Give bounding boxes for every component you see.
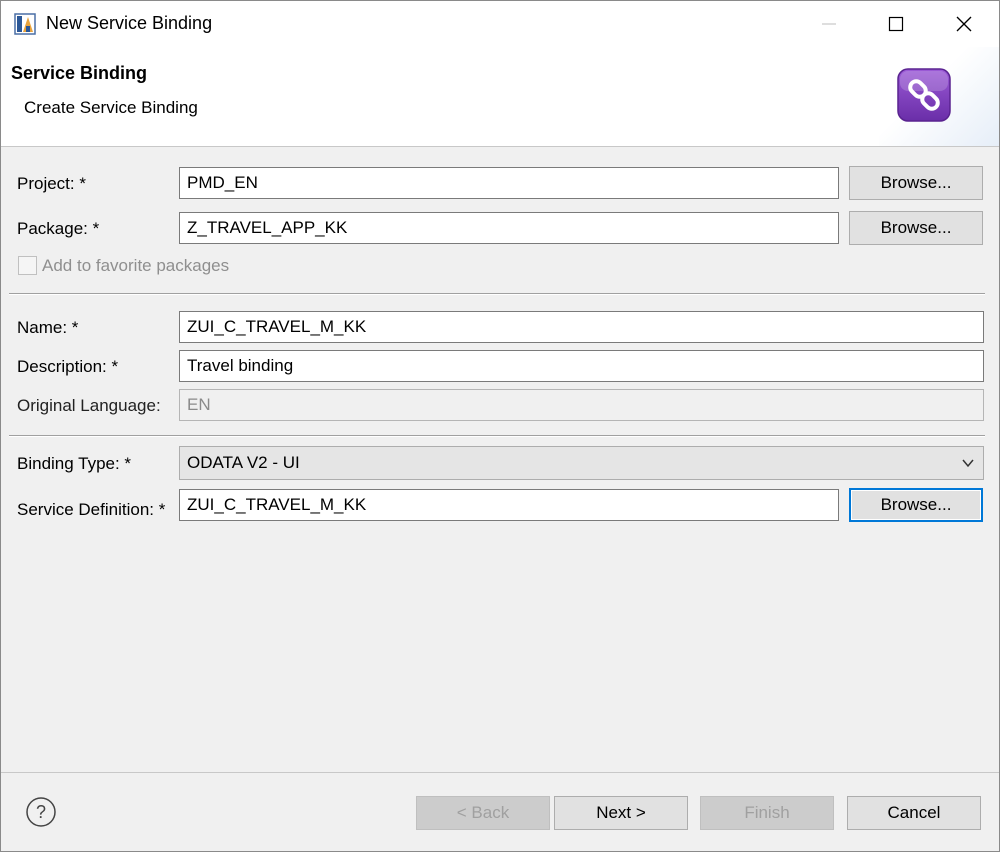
project-field[interactable]: PMD_EN bbox=[179, 167, 839, 199]
project-browse-button[interactable]: Browse... bbox=[849, 166, 983, 200]
description-label: Description: * bbox=[17, 357, 119, 376]
close-icon bbox=[956, 16, 972, 32]
favorite-packages-checkbox[interactable] bbox=[18, 256, 37, 275]
title-bar: New Service Binding bbox=[1, 1, 999, 47]
package-label: Package: * bbox=[17, 219, 100, 238]
favorite-packages-label: Add to favorite packages bbox=[42, 256, 230, 275]
window-title: New Service Binding bbox=[46, 13, 213, 33]
minimize-icon bbox=[822, 23, 836, 25]
binding-type-select[interactable]: ODATA V2 - UI bbox=[179, 446, 984, 480]
description-field[interactable]: Travel binding bbox=[179, 350, 984, 382]
footer-separator bbox=[1, 772, 999, 773]
close-button[interactable] bbox=[931, 1, 997, 47]
wizard-title: Service Binding bbox=[11, 63, 148, 83]
finish-button[interactable]: Finish bbox=[700, 796, 834, 830]
cancel-button[interactable]: Cancel bbox=[847, 796, 981, 830]
binding-type-label: Binding Type: * bbox=[17, 454, 132, 473]
svg-text:?: ? bbox=[36, 802, 46, 822]
chevron-down-icon bbox=[962, 459, 974, 468]
maximize-icon bbox=[888, 16, 904, 32]
original-language-field: EN bbox=[179, 389, 984, 421]
service-definition-label: Service Definition: * bbox=[17, 500, 166, 519]
eclipse-app-icon bbox=[14, 13, 36, 35]
service-definition-browse-button[interactable]: Browse... bbox=[849, 488, 983, 522]
name-field[interactable]: ZUI_C_TRAVEL_M_KK bbox=[179, 311, 984, 343]
package-field[interactable]: Z_TRAVEL_APP_KK bbox=[179, 212, 839, 244]
original-language-label: Original Language: bbox=[17, 396, 161, 415]
maximize-button[interactable] bbox=[863, 1, 929, 47]
binding-type-value: ODATA V2 - UI bbox=[187, 453, 300, 472]
project-label: Project: * bbox=[17, 174, 86, 193]
next-button[interactable]: Next > bbox=[554, 796, 688, 830]
wizard-banner: Service Binding Create Service Binding bbox=[1, 47, 999, 147]
service-binding-link-icon bbox=[897, 68, 951, 122]
minimize-button[interactable] bbox=[796, 1, 862, 47]
package-browse-button[interactable]: Browse... bbox=[849, 211, 983, 245]
wizard-subtitle: Create Service Binding bbox=[24, 98, 198, 117]
service-definition-field[interactable]: ZUI_C_TRAVEL_M_KK bbox=[179, 489, 839, 521]
help-icon[interactable]: ? bbox=[25, 796, 57, 828]
back-button[interactable]: < Back bbox=[416, 796, 550, 830]
separator-1 bbox=[9, 293, 985, 295]
dialog-window: New Service Binding Service Binding Crea… bbox=[0, 0, 1000, 852]
name-label: Name: * bbox=[17, 318, 79, 337]
separator-2 bbox=[9, 435, 985, 437]
